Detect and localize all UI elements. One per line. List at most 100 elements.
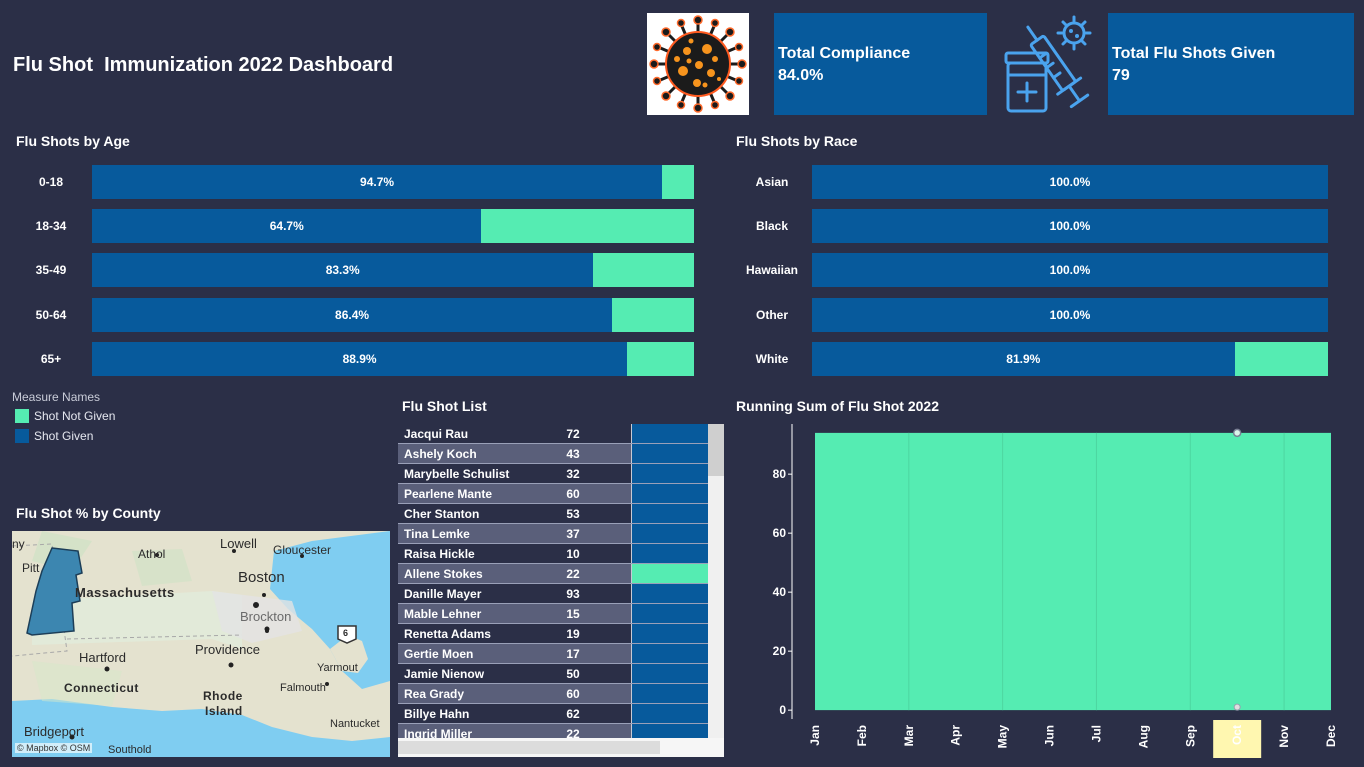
- list-row[interactable]: Tina Lemke 37: [398, 524, 708, 544]
- list-row-shot-given-cell[interactable]: [631, 604, 708, 623]
- horizontal-scrollbar-thumb[interactable]: [398, 741, 660, 754]
- list-row-age: 37: [566, 527, 580, 541]
- list-row-shot-given-cell[interactable]: [631, 464, 708, 483]
- syringe-vaccine-icon: [1004, 15, 1092, 113]
- list-row-shot-given-cell[interactable]: [631, 544, 708, 563]
- list-row-name: Raisa Hickle: [404, 547, 475, 561]
- running-sum-chart[interactable]: 0 20 40 60 80 Jan Feb Mar Apr May Jun Jul Aug Sep Oct N…: [736, 418, 1356, 760]
- list-row[interactable]: Gertie Moen 17: [398, 644, 708, 664]
- list-row[interactable]: Jamie Nienow 50: [398, 664, 708, 684]
- x-tick-label-nov: Nov: [1277, 725, 1291, 748]
- legend-title: Measure Names: [12, 390, 101, 404]
- age-bar-shot-not-given[interactable]: [593, 253, 694, 288]
- age-bar-row[interactable]: 64.7%: [92, 209, 694, 244]
- virus-icon: [649, 15, 747, 113]
- race-bar-row[interactable]: 100.0%: [812, 297, 1328, 332]
- legend-label-given: Shot Given: [34, 429, 94, 443]
- list-row[interactable]: Mable Lehner 15: [398, 604, 708, 624]
- list-row-shot-given-cell[interactable]: [631, 624, 708, 643]
- age-bar-row[interactable]: 83.3%: [92, 253, 694, 288]
- list-row[interactable]: Renetta Adams 19: [398, 624, 708, 644]
- age-bar-shot-not-given[interactable]: [612, 297, 694, 332]
- flu-shot-list-title: Flu Shot List: [402, 398, 487, 414]
- age-bar-row[interactable]: 86.4%: [92, 297, 694, 332]
- list-row[interactable]: Cher Stanton 53: [398, 504, 708, 524]
- list-row[interactable]: Pearlene Mante 60: [398, 484, 708, 504]
- running-sum-area[interactable]: [815, 432, 1331, 711]
- total-flu-shots-card: Total Flu Shots Given 79: [1108, 13, 1354, 115]
- list-row-shot-given-cell[interactable]: [631, 644, 708, 663]
- list-row-shot-not-given-cell[interactable]: [631, 564, 708, 583]
- map-label-southold: Southold: [108, 744, 152, 756]
- list-row-shot-given-cell[interactable]: [631, 584, 708, 603]
- age-bar-value: 94.7%: [360, 175, 395, 189]
- legend-item-given[interactable]: Shot Given: [15, 429, 93, 443]
- race-chart-title: Flu Shots by Race: [736, 133, 858, 149]
- list-row-age: 19: [566, 627, 580, 641]
- age-bar-shot-not-given[interactable]: [627, 341, 694, 376]
- list-row-shot-given-cell[interactable]: [631, 684, 708, 703]
- race-bar-row[interactable]: 81.9%: [812, 341, 1328, 376]
- list-row-age: 62: [566, 707, 580, 721]
- x-tick-label-aug: Aug: [1136, 725, 1150, 748]
- legend-item-not-given[interactable]: Shot Not Given: [15, 409, 115, 423]
- list-row-name: Tina Lemke: [404, 527, 470, 541]
- x-tick-label-apr: Apr: [949, 725, 963, 746]
- list-row-age: 15: [566, 607, 580, 621]
- race-label-1: Black: [755, 219, 789, 234]
- list-row[interactable]: Raisa Hickle 10: [398, 544, 708, 564]
- dashboard-title: Flu Shot Immunization 2022 Dashboard: [13, 54, 394, 76]
- list-row-age: 60: [566, 487, 580, 501]
- list-row-age: 43: [566, 447, 580, 461]
- race-label-2: Hawaiian: [745, 263, 799, 278]
- vertical-scrollbar-thumb[interactable]: [708, 424, 724, 476]
- list-row-shot-given-cell[interactable]: [631, 484, 708, 503]
- list-row-shot-given-cell[interactable]: [631, 704, 708, 723]
- legend-swatch-not-given: [15, 409, 29, 423]
- syringe-image: [1000, 13, 1100, 115]
- age-bar-row[interactable]: 94.7%: [92, 165, 694, 199]
- flu-shot-list-table[interactable]: Jacqui Rau 72 Ashely Koch 43 Marybelle Schul…: [398, 424, 724, 757]
- map-label-athol: Athol: [138, 547, 166, 561]
- race-bar-row[interactable]: 100.0%: [812, 253, 1328, 288]
- age-bar-shot-not-given[interactable]: [662, 165, 694, 199]
- list-row-age: 93: [566, 587, 580, 601]
- age-bar-row[interactable]: 88.9%: [92, 341, 694, 376]
- race-bar-row[interactable]: 100.0%: [812, 209, 1328, 244]
- county-map[interactable]: ny Pitt Athol Lowell Gloucester Boston M…: [12, 531, 390, 757]
- list-row[interactable]: Marybelle Schulist 32: [398, 464, 708, 484]
- map-label-massachusetts: Massachusetts: [75, 585, 175, 600]
- running-sum-point-top[interactable]: [1232, 428, 1242, 438]
- map-attribution[interactable]: © Mapbox © OSM: [15, 743, 93, 753]
- list-row-shot-given-cell[interactable]: [631, 504, 708, 523]
- virus-image: [647, 13, 749, 115]
- list-row-shot-given-cell[interactable]: [631, 664, 708, 683]
- list-row[interactable]: Rea Grady 60: [398, 684, 708, 704]
- horizontal-scrollbar[interactable]: [398, 738, 724, 757]
- age-bar-value: 86.4%: [335, 307, 370, 322]
- map-label-providence: Providence: [195, 642, 261, 657]
- race-bar-row[interactable]: 100.0%: [812, 165, 1328, 199]
- list-row-name: Rea Grady: [404, 687, 465, 701]
- y-tick-label: 20: [773, 644, 787, 658]
- vertical-scrollbar[interactable]: [708, 424, 724, 757]
- legend-swatch-given: [15, 429, 29, 443]
- list-row[interactable]: Danille Mayer 93: [398, 584, 708, 604]
- list-row[interactable]: Jacqui Rau 72: [398, 424, 708, 444]
- list-row-shot-given-cell[interactable]: [631, 524, 708, 543]
- race-label-3: Other: [755, 307, 788, 322]
- x-tick-label-sep: Sep: [1183, 725, 1197, 747]
- list-row[interactable]: Allene Stokes 22: [398, 564, 708, 584]
- age-bar-shot-not-given[interactable]: [481, 209, 694, 244]
- list-row-shot-given-cell[interactable]: [631, 424, 708, 443]
- age-label-2: 35-49: [35, 263, 67, 278]
- list-row[interactable]: Ashely Koch 43: [398, 444, 708, 464]
- list-row-shot-given-cell[interactable]: [631, 444, 708, 463]
- list-row-name: Billye Hahn: [404, 707, 470, 721]
- race-bar-shot-not-given[interactable]: [1234, 341, 1328, 376]
- legend-label-not-given: Shot Not Given: [34, 409, 116, 423]
- list-row-name: Pearlene Mante: [404, 487, 493, 501]
- list-row[interactable]: Billye Hahn 62: [398, 704, 708, 724]
- list-row-name: Mable Lehner: [404, 607, 482, 621]
- running-sum-point-bottom[interactable]: [1233, 703, 1241, 711]
